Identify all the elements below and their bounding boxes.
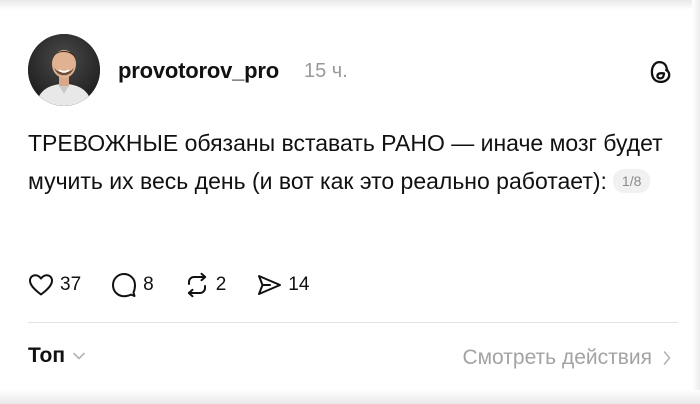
threads-logo-icon[interactable] <box>647 58 675 86</box>
chevron-down-icon <box>73 352 85 360</box>
divider <box>28 322 678 323</box>
post-actions: 37 8 2 14 <box>28 270 339 300</box>
share-icon <box>258 275 282 295</box>
thread-page-badge: 1/8 <box>612 169 651 193</box>
view-activity-link[interactable]: Смотреть действия <box>462 346 672 370</box>
sort-dropdown[interactable]: Топ <box>28 344 86 368</box>
avatar[interactable] <box>28 34 100 106</box>
repost-button[interactable]: 2 <box>184 272 227 298</box>
chevron-right-icon <box>663 351 671 365</box>
share-button[interactable]: 14 <box>256 273 309 297</box>
avatar-photo <box>28 34 100 106</box>
comment-count: 8 <box>143 274 154 295</box>
threads-post-screenshot: provotorov_pro 15 ч. ТРЕВОЖНЫЕ обязаны в… <box>0 0 700 404</box>
comment-button[interactable]: 8 <box>111 272 154 298</box>
repost-icon <box>187 272 206 298</box>
top-edge-shadow <box>0 0 700 10</box>
right-edge-shadow <box>692 0 700 404</box>
like-count: 37 <box>60 274 82 295</box>
author-username[interactable]: provotorov_pro <box>118 58 279 84</box>
like-button[interactable]: 37 <box>28 273 81 297</box>
sort-label: Топ <box>28 344 66 367</box>
comment-icon <box>112 273 137 298</box>
heart-icon <box>29 274 53 296</box>
repost-count: 2 <box>215 274 227 295</box>
post-body: ТРЕВОЖНЫЕ обязаны вставать РАНО — иначе … <box>28 124 678 200</box>
post-text: ТРЕВОЖНЫЕ обязаны вставать РАНО — иначе … <box>28 130 663 194</box>
view-activity-label: Смотреть действия <box>462 346 652 369</box>
post-timestamp: 15 ч. <box>304 60 348 82</box>
bottom-edge-shadow <box>0 390 700 404</box>
share-count: 14 <box>288 274 310 295</box>
